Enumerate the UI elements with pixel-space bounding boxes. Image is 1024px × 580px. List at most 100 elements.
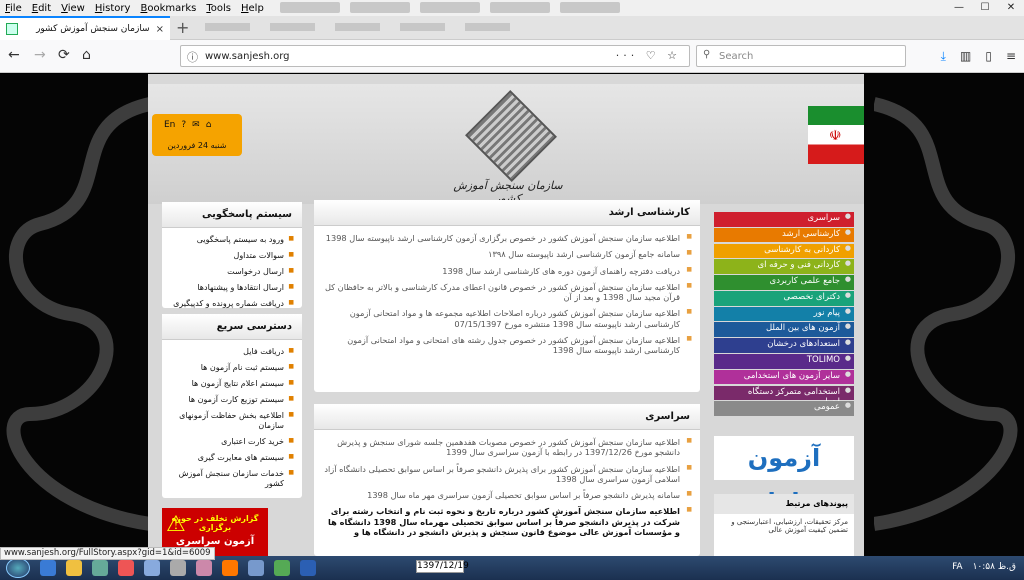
browser-tab[interactable]: سازمان سنجش آموزش کشور × — [0, 16, 170, 40]
menu-item-arshad[interactable]: کارشناسی ارشد — [714, 227, 854, 243]
tab-bar: سازمان سنجش آموزش کشور × + — [0, 16, 1024, 40]
app-icon[interactable] — [170, 560, 186, 576]
news-item[interactable]: سامانه جامع آزمون کارشناسی ارشد ناپیوسته… — [322, 246, 692, 262]
app-icon[interactable] — [248, 560, 264, 576]
news-item[interactable]: اطلاعیه سازمان سنجش آموزش کشور در خصوص ب… — [322, 230, 692, 246]
download-icon[interactable]: ⤓ — [941, 49, 946, 64]
date-chip: 1397/12/19 — [416, 560, 469, 573]
english-link[interactable]: En — [164, 120, 175, 130]
hamburger-menu-icon[interactable]: ≡ — [1006, 49, 1016, 64]
system-tray: FA ق.ظ ۱۰:۵۸ — [952, 562, 1016, 572]
menu-file[interactable]: File — [0, 3, 27, 14]
menu-item-central-employment[interactable]: استخدامی متمرکز دستگاه اجرایی — [714, 385, 854, 407]
answer-link[interactable]: ورود به سیستم پاسخگویی — [170, 232, 294, 248]
arshad-list: اطلاعیه سازمان سنجش آموزش کشور در خصوص ب… — [314, 226, 700, 362]
news-item[interactable]: اطلاعیه سازمان سنجش آموزش کشور برای پذیر… — [322, 461, 692, 488]
clock[interactable]: ق.ظ ۱۰:۵۸ — [973, 562, 1016, 572]
back-icon[interactable]: ← — [8, 47, 20, 63]
menu-item-fani-herfei[interactable]: کاردانی فنی و حرفه ای — [714, 259, 854, 274]
menu-item-doctora[interactable]: دکترای تخصصی — [714, 290, 854, 306]
close-tab-icon[interactable]: × — [156, 24, 164, 35]
news-item[interactable]: سامانه پذیرش دانشجو صرفاً بر اساس سوابق … — [322, 487, 692, 503]
menu-item-tolimo[interactable]: TOLIMO — [714, 354, 854, 369]
menu-item-employment[interactable]: سایر آزمون های استخدامی — [714, 369, 854, 385]
minimize-icon[interactable]: — — [946, 0, 972, 16]
menu-edit[interactable]: Edit — [27, 3, 56, 14]
search-input[interactable]: ⚲ Search — [696, 45, 906, 67]
quick-access-title: دسترسی سریع — [162, 314, 302, 340]
menu-bookmarks[interactable]: Bookmarks — [135, 3, 201, 14]
home-icon[interactable]: ⌂ — [82, 47, 91, 63]
quick-link[interactable]: سیستم های معایرت گیری — [170, 450, 294, 466]
page-actions-icon[interactable]: ··· ♡ ☆ — [616, 49, 681, 62]
menu-item-payam-noor[interactable]: پیام نور — [714, 306, 854, 322]
news-item[interactable]: اطلاعیه سازمان سنجش آموزش کشور درباره اص… — [322, 305, 692, 332]
language-indicator[interactable]: FA — [952, 562, 963, 572]
quick-link[interactable]: اطلاعیه بخش حفاظت آزمونهای سازمان — [170, 408, 294, 434]
menu-item-talents[interactable]: استعدادهای درخشان — [714, 338, 854, 353]
menu-view[interactable]: View — [56, 3, 90, 14]
library-icon[interactable]: ▥ — [960, 49, 971, 64]
app-icon[interactable] — [196, 560, 212, 576]
site-page: En ? ✉ ⌂ شنبه 24 فروردین سازمان سنجش آمو… — [148, 74, 864, 556]
start-button-icon[interactable] — [6, 558, 30, 578]
menu-tools[interactable]: Tools — [201, 3, 236, 14]
news-item[interactable]: اطلاعیه سازمان سنجش آموزش کشور درباره تا… — [322, 503, 692, 540]
menu-help[interactable]: Help — [236, 3, 269, 14]
menu-item-elmi-karbordi[interactable]: جامع علمی کاربردی — [714, 275, 854, 290]
firefox-icon[interactable] — [222, 560, 238, 576]
quick-link[interactable]: خدمات سازمان سنجش آموزش کشور — [170, 466, 294, 492]
favicon-icon — [6, 23, 18, 35]
related-links-box: پیوندهای مرتبط مرکز تحقیقات، ارزشیابی، ا… — [714, 494, 854, 556]
news-item[interactable]: دریافت دفترچه راهنمای آزمون دوره های کار… — [322, 263, 692, 279]
menu-item-sarasari[interactable]: سراسری — [714, 212, 854, 227]
explorer-icon[interactable] — [66, 560, 82, 576]
quick-link[interactable]: دریافت فایل — [170, 344, 294, 360]
site-info-icon[interactable]: ⓘ — [187, 49, 198, 65]
news-item[interactable]: اطلاعیه سازمان سنجش آموزش کشور در خصوص ج… — [322, 332, 692, 359]
answer-list: ورود به سیستم پاسخگویی سوالات متداول ارس… — [162, 228, 302, 316]
search-placeholder: Search — [719, 50, 754, 62]
answer-link[interactable]: ارسال انتقادها و پیشنهادها — [170, 280, 294, 296]
sidebar-icon[interactable]: ▯ — [985, 49, 992, 64]
menu-item-international[interactable]: آزمون های بین الملل — [714, 322, 854, 338]
answer-title: سیستم پاسخگویی — [162, 202, 302, 228]
home-link-icon[interactable]: ⌂ — [206, 120, 212, 130]
app-icon[interactable] — [118, 560, 134, 576]
url-bar[interactable]: ⓘ www.sanjesh.org ··· ♡ ☆ — [180, 45, 690, 67]
related-link[interactable]: مرکز تحقیقات، ارزشیابی، اعتبارسنجی و تضم… — [714, 514, 854, 538]
answer-link[interactable]: ارسال درخواست — [170, 264, 294, 280]
quick-link[interactable]: خرید کارت اعتباری — [170, 434, 294, 450]
menu-bar: File Edit View History Bookmarks Tools H… — [0, 0, 1024, 16]
news-item[interactable]: اطلاعیه سازمان سنجش آموزش کشور در خصوص ق… — [322, 279, 692, 306]
mail-icon[interactable]: ✉ — [192, 120, 200, 130]
app-icon[interactable] — [144, 560, 160, 576]
quick-link[interactable]: سیستم توزیع کارت آزمون ها — [170, 392, 294, 408]
menu-item-kardani-karshenasi[interactable]: کاردانی به کارشناسی — [714, 243, 854, 259]
help-icon[interactable]: ? — [181, 120, 186, 130]
close-window-icon[interactable]: ✕ — [998, 0, 1024, 16]
maximize-icon[interactable]: ☐ — [972, 0, 998, 16]
ie-icon[interactable] — [40, 560, 56, 576]
site-header: En ? ✉ ⌂ شنبه 24 فروردین سازمان سنجش آمو… — [148, 84, 864, 205]
forward-icon[interactable]: → — [34, 47, 46, 63]
app-icon[interactable] — [92, 560, 108, 576]
answer-link[interactable]: سوالات متداول — [170, 248, 294, 264]
quick-link[interactable]: سیستم ثبت نام آزمون ها — [170, 360, 294, 376]
date-box: En ? ✉ ⌂ شنبه 24 فروردین — [152, 114, 242, 156]
answer-link[interactable]: دریافت شماره پرونده و کدپیگیری — [170, 296, 294, 312]
menu-item-general[interactable]: عمومی — [714, 401, 854, 416]
reload-icon[interactable]: ⟳ — [58, 47, 70, 63]
exam-menu: سراسری کارشناسی ارشد کاردانی به کارشناسی… — [714, 212, 854, 417]
news-item[interactable]: اطلاعیه سازمان سنجش آموزش کشور در خصوص م… — [322, 434, 692, 461]
new-tab-button[interactable]: + — [176, 18, 189, 37]
logo-icon[interactable] — [465, 90, 557, 182]
saman-exam-banner[interactable]: آزمون سامانه — [714, 436, 854, 516]
blurred-bookmarks — [205, 23, 510, 31]
app-icon[interactable] — [274, 560, 290, 576]
sarasari-title: سراسری — [314, 404, 700, 430]
quick-link[interactable]: سیستم اعلام نتایج آزمون ها — [170, 376, 294, 392]
related-links-title: پیوندهای مرتبط — [714, 494, 854, 514]
menu-history[interactable]: History — [90, 3, 136, 14]
word-icon[interactable] — [300, 560, 316, 576]
